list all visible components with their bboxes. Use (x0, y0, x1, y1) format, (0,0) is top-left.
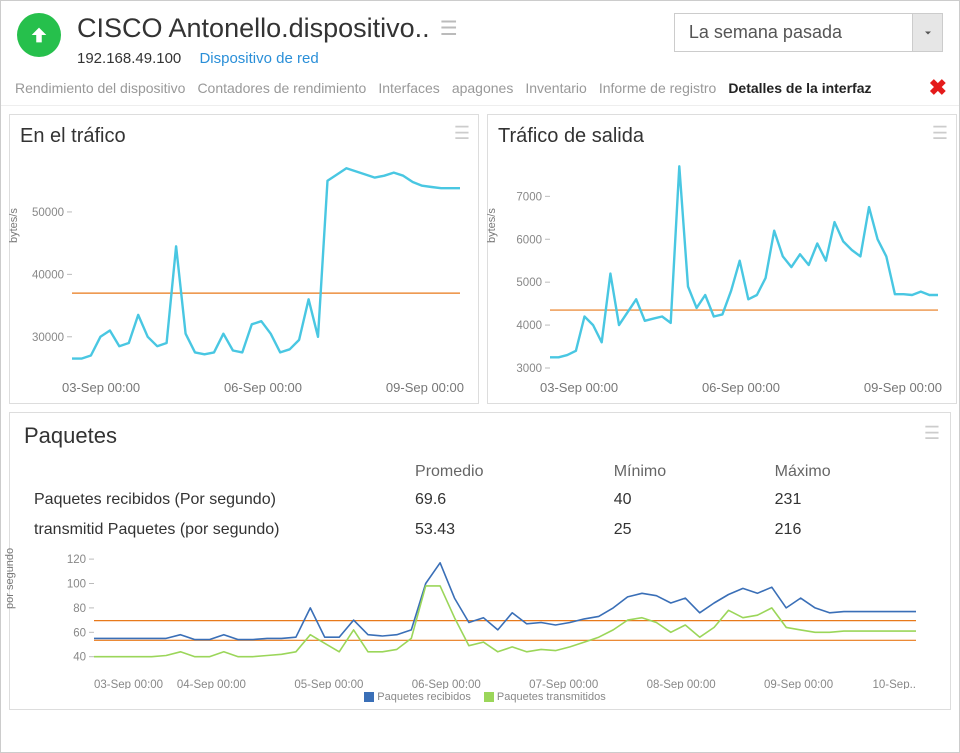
svg-text:07-Sep 00:00: 07-Sep 00:00 (529, 679, 598, 689)
y-axis-label: bytes/s (486, 208, 498, 243)
panel-menu-icon[interactable]: ☰ (454, 123, 468, 144)
title-menu-icon[interactable]: ☰ (440, 16, 456, 41)
svg-text:04-Sep 00:00: 04-Sep 00:00 (177, 679, 246, 689)
y-axis-label: por segundo (4, 548, 16, 609)
panel-packets: Paquetes ☰ Promedio Mínimo Máximo Paquet… (9, 412, 951, 710)
panel-menu-icon[interactable]: ☰ (924, 423, 938, 444)
status-up-icon (17, 13, 61, 57)
device-ip: 192.168.49.100 (77, 50, 181, 67)
panel-title: En el tráfico (20, 125, 468, 148)
chart-legend: Paquetes recibidos Paquetes transmitidos (24, 689, 936, 703)
device-type-link[interactable]: Dispositivo de red (199, 50, 318, 67)
table-row: Paquetes recibidos (Por segundo) 69.6 40… (24, 485, 936, 515)
close-icon[interactable]: ✖ (921, 73, 951, 105)
time-range-select[interactable]: La semana pasada (674, 13, 943, 52)
legend-swatch (364, 692, 374, 702)
svg-text:7000: 7000 (516, 191, 542, 203)
svg-text:60: 60 (73, 627, 86, 639)
tab-performance-counters[interactable]: Contadores de rendimiento (191, 74, 372, 104)
packets-chart: 120 100 80 60 40 03-Sep 00:00 04-Sep 00:00 05-S… (24, 549, 924, 689)
chevron-down-icon (912, 14, 942, 51)
page-header: CISCO Antonello.dispositivo.. ☰ 192.168.… (1, 1, 959, 73)
svg-text:4000: 4000 (516, 320, 542, 332)
tab-log-report[interactable]: Informe de registro (593, 74, 723, 104)
svg-text:30000: 30000 (32, 332, 64, 344)
tab-device-performance[interactable]: Rendimiento del dispositivo (9, 74, 191, 104)
svg-text:100: 100 (67, 579, 86, 591)
panel-in-traffic: En el tráfico ☰ bytes/s 500004000030000 … (9, 114, 479, 404)
svg-text:80: 80 (73, 603, 86, 615)
x-axis-labels: 03-Sep 00:00 06-Sep 00:00 09-Sep 00:00 (20, 374, 468, 397)
panel-out-traffic: Tráfico de salida ☰ bytes/s 7000 6000 5000… (487, 114, 957, 404)
svg-text:06-Sep 00:00: 06-Sep 00:00 (412, 679, 481, 689)
page-title: CISCO Antonello.dispositivo.. (77, 13, 430, 44)
svg-text:08-Sep 00:00: 08-Sep 00:00 (647, 679, 716, 689)
tab-interfaces[interactable]: Interfaces (372, 74, 445, 104)
panel-title: Paquetes (24, 423, 936, 449)
panel-title: Tráfico de salida (498, 125, 946, 148)
tab-inventory[interactable]: Inventario (519, 74, 592, 104)
svg-text:50000: 50000 (32, 207, 64, 219)
x-axis-labels: 03-Sep 00:00 06-Sep 00:00 09-Sep 00:00 (498, 374, 946, 397)
table-row: transmitid Paquetes (por segundo) 53.43 … (24, 515, 936, 545)
panel-menu-icon[interactable]: ☰ (932, 123, 946, 144)
packets-table: Promedio Mínimo Máximo Paquetes recibido… (24, 459, 936, 545)
in-traffic-chart: 50000 40000 30000 (20, 152, 468, 374)
svg-text:09-Sep 00:00: 09-Sep 00:00 (764, 679, 833, 689)
svg-text:120: 120 (67, 554, 86, 566)
legend-swatch (484, 692, 494, 702)
tab-interface-details[interactable]: Detalles de la interfaz (722, 74, 877, 104)
svg-text:40: 40 (73, 652, 86, 664)
svg-text:03-Sep 00:00: 03-Sep 00:00 (94, 679, 163, 689)
table-header-row: Promedio Mínimo Máximo (24, 459, 936, 485)
svg-text:10-Sep..: 10-Sep.. (873, 679, 916, 689)
time-range-label: La semana pasada (675, 14, 912, 51)
tab-bar: Rendimiento del dispositivo Contadores d… (1, 73, 959, 106)
svg-text:5000: 5000 (516, 277, 542, 289)
svg-text:6000: 6000 (516, 234, 542, 246)
svg-text:3000: 3000 (516, 363, 542, 374)
svg-text:40000: 40000 (32, 269, 64, 281)
out-traffic-chart: 7000 6000 5000 4000 3000 (498, 152, 946, 374)
y-axis-label: bytes/s (8, 208, 20, 243)
tab-outages[interactable]: apagones (446, 74, 520, 104)
svg-text:05-Sep 00:00: 05-Sep 00:00 (294, 679, 363, 689)
